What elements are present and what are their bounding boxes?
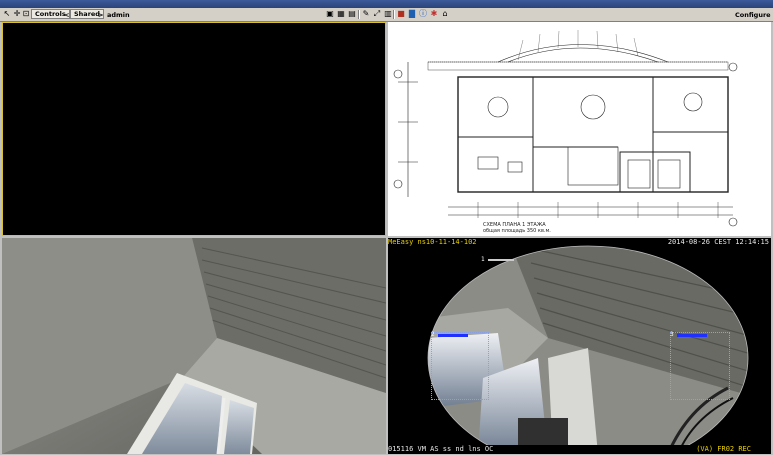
video-grid: СХЕМА ПЛАНА 1 ЭТАЖА общая площадь 350 кв… [0,22,773,455]
floor-plan-drawing [393,30,738,227]
configure-button[interactable]: Configure [735,9,771,20]
camera-3-image [2,238,386,454]
monitor-icon[interactable]: ▇ [407,9,417,19]
layout-icon[interactable]: ▥ [383,9,393,19]
camera-icon[interactable]: ■ [396,9,406,19]
osd-status-right: (VA) FR02 REC [696,445,751,453]
zoom-icon[interactable]: ⊡ [21,9,31,19]
next-layout-button[interactable]: > [98,9,103,20]
motion-zone-2: 2 [431,331,489,400]
edit-icon[interactable]: ✎ [361,9,371,19]
toolbar: ↖ ✛ ⊡ Controls < Shared > admin ▣ ▦ ▤ ✎ … [0,8,773,22]
fullscreen-icon[interactable]: ⤢ [372,9,382,19]
help-icon[interactable]: ⌂ [440,9,450,19]
info-icon[interactable]: ⓘ [418,9,428,19]
floor-plan-pane[interactable]: СХЕМА ПЛАНА 1 ЭТАЖА общая площадь 350 кв… [388,22,771,236]
osd-status-left: 015116 VM AS ss nd lns OC [388,445,494,453]
osd-timestamp: 2014-08-26 CEST 12:14:15 [667,238,769,246]
settings-icon[interactable]: ✱ [429,9,439,19]
camera-3-pane[interactable] [2,238,386,454]
motion-zone-3: 3 [670,331,730,400]
save-icon[interactable]: ▤ [347,9,357,19]
pointer-icon[interactable]: ↖ [2,9,12,19]
osd-camera-name: MeEasy ns10-11-14-102 [388,238,477,246]
user-label: admin [107,10,130,19]
camera-1-pane[interactable] [2,22,386,236]
window-title-bar [0,0,773,8]
single-view-icon[interactable]: ▣ [325,9,335,19]
motion-zone-1: 1 [481,256,522,268]
camera-4-fisheye-pane[interactable]: MeEasy ns10-11-14-102 2014-08-26 CEST 12… [388,238,771,454]
floor-plan-area: общая площадь 350 кв.м. [483,228,551,234]
grid-view-icon[interactable]: ▦ [336,9,346,19]
prev-layout-button[interactable]: < [64,9,69,20]
